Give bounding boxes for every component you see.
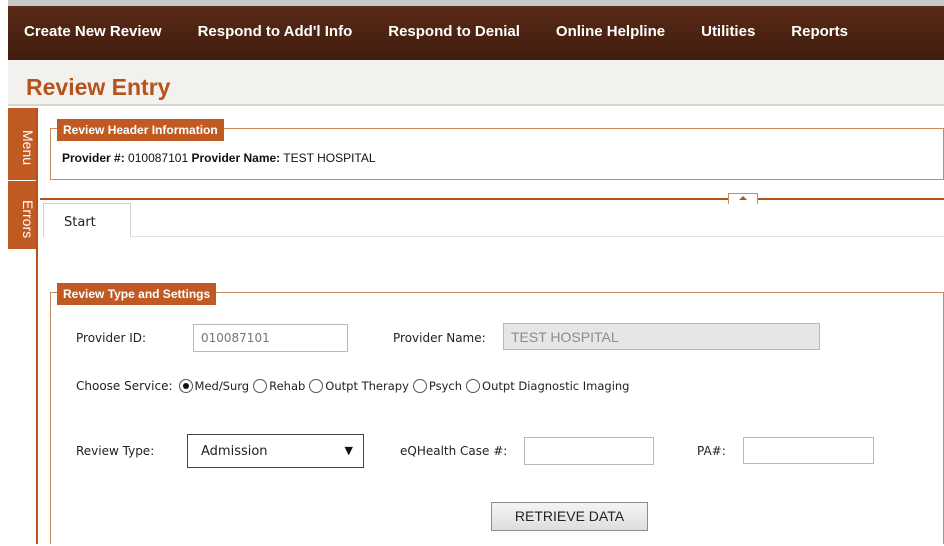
service-option-outpt-therapy[interactable]: Outpt Therapy — [309, 379, 413, 393]
review-type-select[interactable]: Admission ▼ — [187, 434, 364, 468]
service-option-label: Rehab — [269, 379, 306, 393]
nav-reports[interactable]: Reports — [791, 23, 848, 40]
review-settings-legend: Review Type and Settings — [57, 283, 217, 305]
page-title: Review Entry — [26, 74, 171, 100]
retrieve-data-button[interactable]: RETRIEVE DATA — [491, 502, 648, 531]
service-option-label: Outpt Diagnostic Imaging — [482, 379, 630, 393]
provider-name-field-label: Provider Name: — [393, 331, 486, 345]
radio-checked-icon — [178, 379, 193, 393]
errors-side-tab[interactable]: Errors — [8, 181, 36, 249]
review-header-legend: Review Header Information — [57, 119, 224, 141]
service-option-med-surg[interactable]: Med/Surg — [178, 379, 254, 393]
service-option-rehab[interactable]: Rehab — [253, 379, 309, 393]
service-radio-group: Choose Service: Med/Surg Rehab Outpt The… — [76, 379, 633, 393]
provider-name-field[interactable] — [503, 323, 820, 350]
review-type-label: Review Type: — [76, 444, 155, 458]
tab-start[interactable]: Start — [43, 203, 131, 237]
triangle-down-icon: ▼ — [344, 444, 353, 457]
nav-respond-denial[interactable]: Respond to Denial — [388, 23, 520, 40]
choose-service-label: Choose Service: — [76, 379, 173, 393]
radio-unchecked-icon — [309, 379, 324, 393]
pa-number-label: PA#: — [697, 444, 726, 458]
nav-utilities[interactable]: Utilities — [701, 23, 755, 40]
radio-unchecked-icon — [466, 379, 481, 393]
provider-id-input[interactable] — [193, 324, 348, 352]
side-divider — [36, 108, 38, 544]
provider-name-label: Provider Name: — [191, 151, 281, 165]
pa-number-input[interactable] — [743, 437, 874, 464]
tab-start-label: Start — [64, 215, 96, 230]
provider-num-value: 010087101 — [128, 151, 189, 165]
page-title-bar: Review Entry — [8, 60, 944, 106]
nav-online-helpline[interactable]: Online Helpline — [556, 23, 665, 40]
service-option-label: Outpt Therapy — [325, 379, 409, 393]
provider-id-label: Provider ID: — [76, 331, 147, 345]
nav-create-new-review[interactable]: Create New Review — [24, 23, 162, 40]
service-option-label: Psych — [428, 379, 463, 393]
menu-side-tab-label: Menu — [20, 130, 36, 166]
triangle-up-icon — [739, 196, 747, 200]
service-option-outpt-diagnostic-imaging[interactable]: Outpt Diagnostic Imaging — [466, 379, 633, 393]
tab-bar-divider — [131, 236, 944, 237]
review-header-info: Provider #: 010087101 Provider Name: TES… — [62, 151, 376, 165]
eqhealth-case-input[interactable] — [524, 437, 654, 465]
nav-respond-addl-info[interactable]: Respond to Add'l Info — [198, 23, 353, 40]
main-nav: Create New Review Respond to Add'l Info … — [8, 23, 848, 40]
side-tabs: Menu Errors — [8, 108, 37, 544]
radio-unchecked-icon — [253, 379, 268, 393]
provider-name-value: TEST HOSPITAL — [283, 151, 376, 165]
service-option-psych[interactable]: Psych — [412, 379, 466, 393]
radio-unchecked-icon — [412, 379, 427, 393]
top-nav-bar: Create New Review Respond to Add'l Info … — [8, 0, 944, 60]
review-type-value: Admission — [201, 444, 268, 459]
collapse-toggle[interactable] — [728, 193, 758, 204]
service-option-label: Med/Surg — [194, 379, 250, 393]
eqhealth-case-label: eQHealth Case #: — [400, 444, 508, 458]
errors-side-tab-label: Errors — [20, 199, 36, 239]
provider-num-label: Provider #: — [62, 151, 125, 165]
menu-side-tab[interactable]: Menu — [8, 108, 36, 180]
